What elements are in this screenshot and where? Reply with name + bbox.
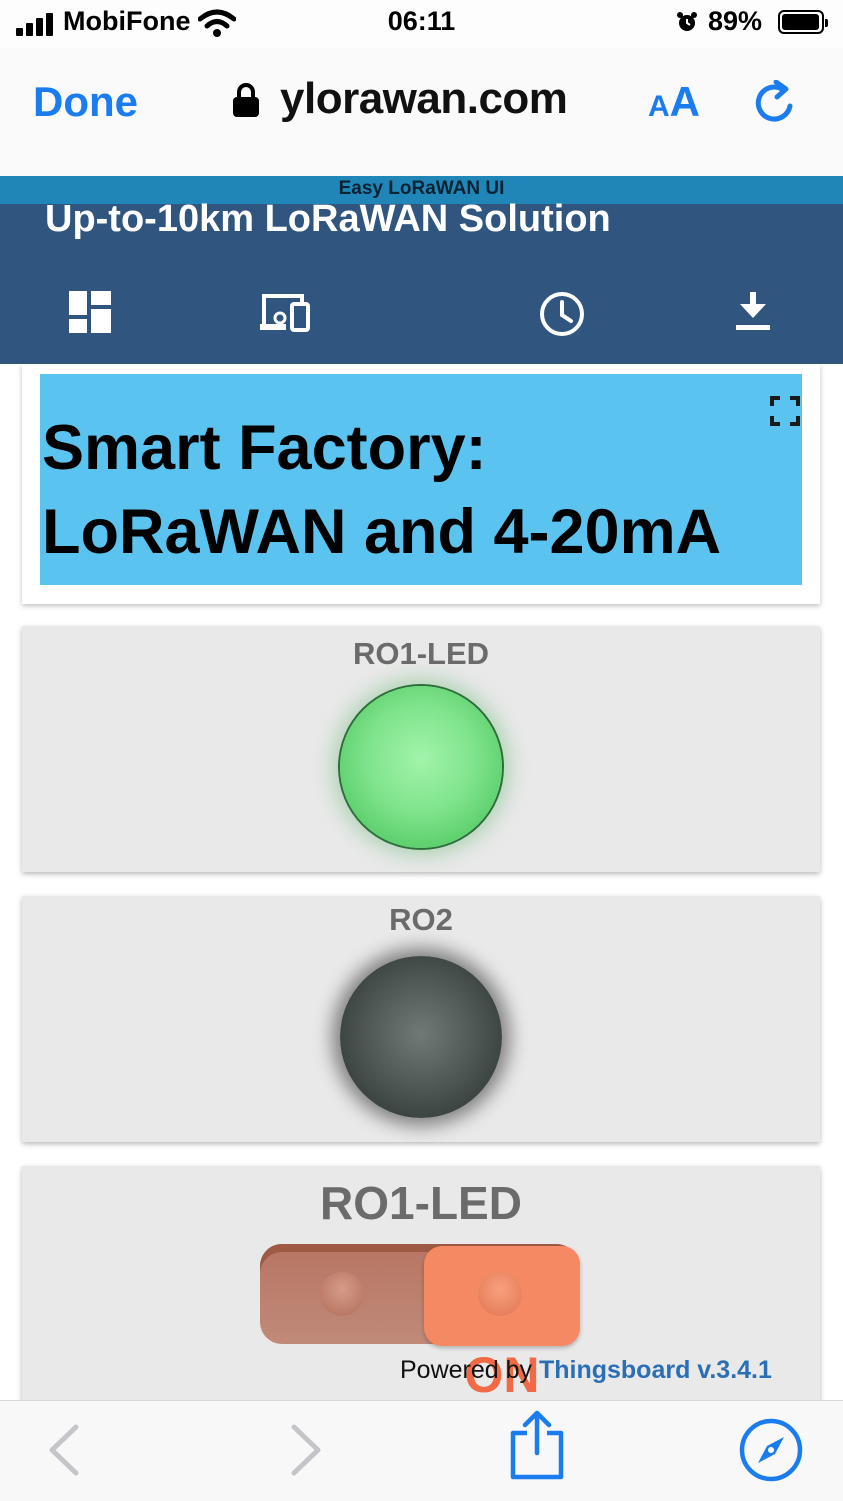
widget-label: RO2 (389, 902, 453, 937)
share-icon[interactable] (508, 1409, 566, 1481)
led-widget-ro1: RO1-LED (22, 626, 820, 872)
battery-icon (778, 10, 828, 34)
forward-icon[interactable] (288, 1423, 324, 1477)
dashboard-title-line2: LoRaWAN and 4-20mA (42, 497, 722, 567)
widget-label: RO1-LED (352, 636, 490, 671)
dashboard-title-line1: Smart Factory: (42, 413, 487, 483)
led-widget-ro2: RO2 (22, 896, 820, 1142)
title-banner: Smart Factory: LoRaWAN and 4-20mA (40, 374, 802, 585)
fullscreen-icon[interactable] (770, 396, 800, 426)
switch-indicator-dot (478, 1272, 522, 1316)
powered-by: Powered by Thingsboard v.3.4.1 (400, 1356, 772, 1385)
compass-icon[interactable] (738, 1417, 804, 1483)
dashboard-content[interactable]: Smart Factory: LoRaWAN and 4-20mA RO1-LE… (0, 364, 843, 1400)
text-size-big-label: A (669, 78, 701, 125)
switch-indicator-dot (320, 1272, 364, 1316)
status-bar: MobiFone 06:11 89% (0, 0, 843, 48)
download-icon[interactable] (734, 290, 772, 332)
lock-icon (233, 83, 259, 117)
widget-label: RO1-LED (320, 1177, 522, 1229)
dashboard-icon[interactable] (68, 290, 112, 334)
text-size-button[interactable]: AA (648, 78, 700, 126)
powered-by-text: Powered by (400, 1356, 539, 1384)
led-indicator-off (340, 956, 502, 1118)
address-bar[interactable]: ylorawan.com (280, 74, 568, 124)
clock-icon[interactable] (538, 290, 586, 338)
thingsboard-link[interactable]: Thingsboard v.3.4.1 (539, 1356, 772, 1384)
dashboard-header-title: Up-to-10km LoRaWAN Solution (45, 198, 611, 240)
browser-toolbar: Done ylorawan.com AA (0, 48, 843, 176)
back-icon[interactable] (46, 1423, 82, 1477)
text-size-small-label: A (648, 90, 670, 123)
app-header: Up-to-10km LoRaWAN Solution (0, 198, 843, 364)
devices-icon[interactable] (258, 290, 312, 334)
app-strip-title: Easy LoRaWAN UI (338, 178, 505, 199)
browser-bottom-toolbar (0, 1400, 843, 1501)
dashboard-title: Smart Factory: LoRaWAN and 4-20mA (42, 406, 721, 574)
battery-percent: 89% (708, 6, 763, 36)
led-indicator-on (340, 686, 502, 848)
done-button[interactable]: Done (33, 78, 138, 126)
title-widget: Smart Factory: LoRaWAN and 4-20mA (22, 364, 820, 604)
reload-icon[interactable] (752, 80, 798, 126)
alarm-icon (677, 12, 697, 31)
